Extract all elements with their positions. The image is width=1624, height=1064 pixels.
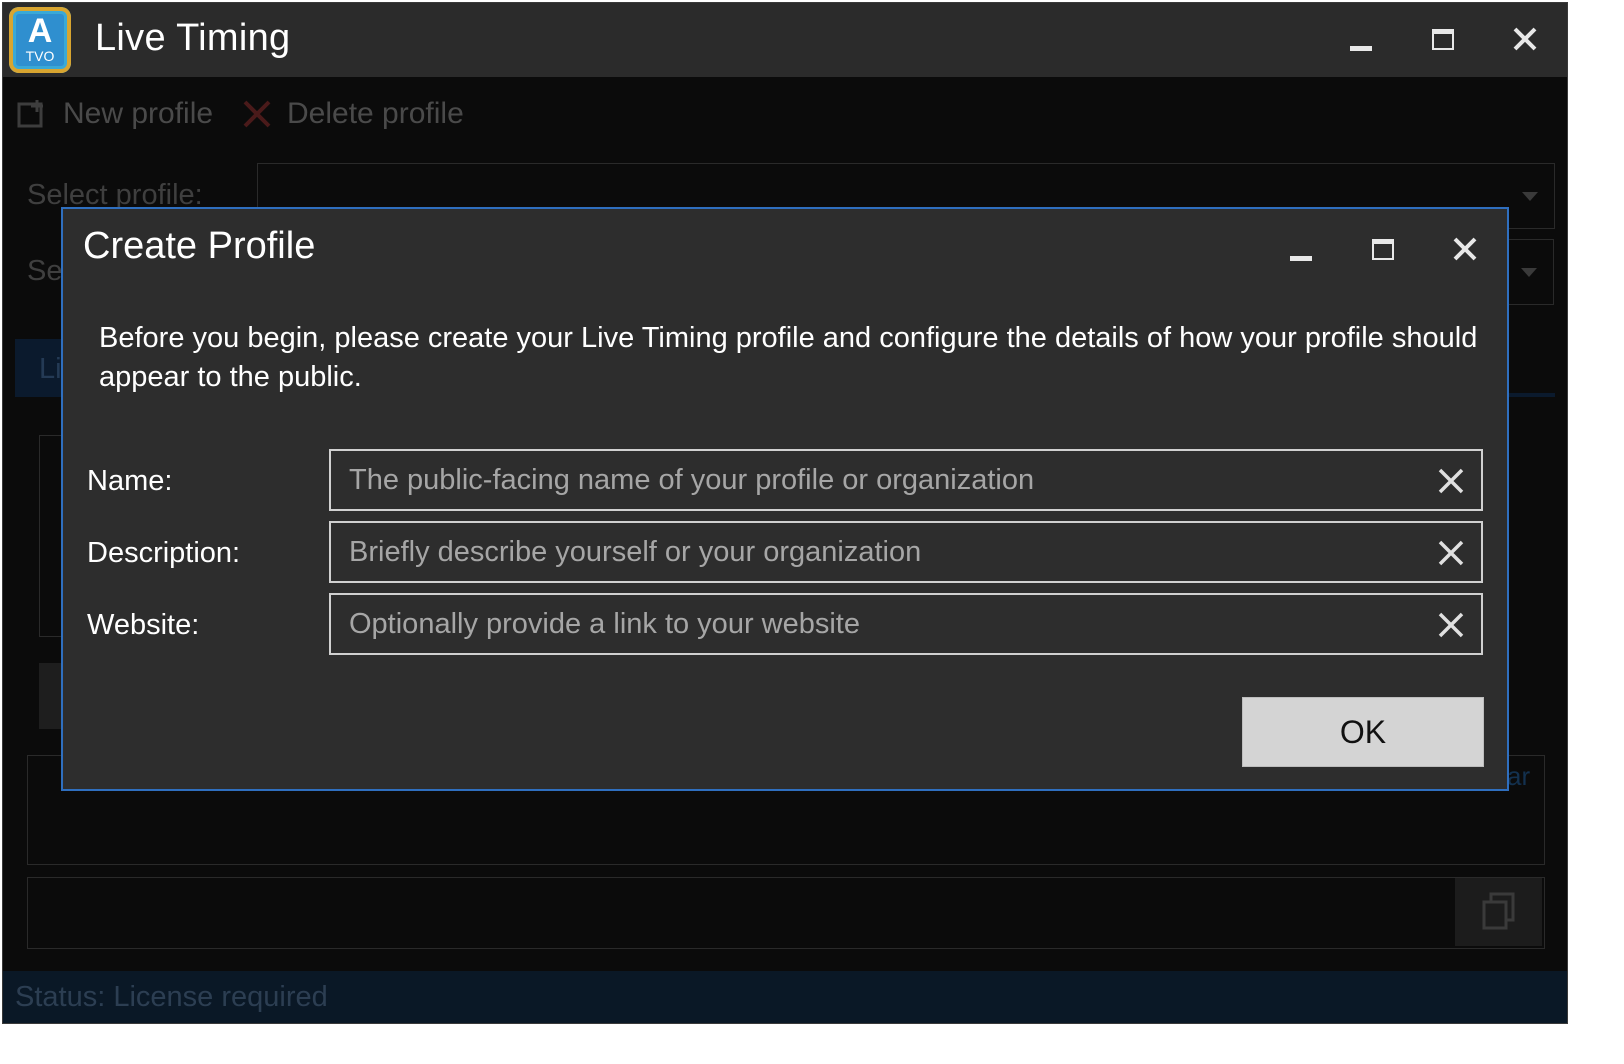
app-logo-subtext: TVO [25,48,55,64]
website-label: Website: [87,609,200,641]
name-field [329,449,1483,511]
website-field [329,593,1483,655]
dialog-close-button[interactable] [1445,229,1485,269]
copy-icon [1482,892,1514,930]
dialog-intro-text: Before you begin, please create your Liv… [99,322,1478,393]
status-bar: Status: License required [3,971,1567,1023]
delete-x-icon [243,100,271,128]
url-output-box [27,877,1545,949]
add-profile-icon [17,100,43,128]
description-clear-button[interactable] [1435,537,1467,569]
new-profile-button[interactable]: New profile [17,97,213,131]
minimize-icon [1290,255,1312,261]
description-label: Description: [87,537,241,569]
website-input[interactable] [331,595,1411,653]
window-title: Live Timing [95,17,291,59]
title-bar: A TVO Live Timing [3,3,1567,77]
close-button[interactable] [1505,19,1545,59]
status-text: Status: License required [15,981,328,1013]
create-profile-dialog: Create Profile Before you begin, please … [61,207,1509,791]
dialog-title: Create Profile [83,225,316,267]
clear-x-icon [1438,612,1464,638]
maximize-icon [1372,238,1394,260]
app-logo-icon: A TVO [9,7,71,73]
toolbar: New profile Delete profile [3,89,1567,139]
description-field [329,521,1483,583]
delete-profile-label: Delete profile [287,97,464,130]
chevron-down-icon [1522,192,1538,201]
app-logo-letter: A [27,12,53,50]
dialog-maximize-button[interactable] [1363,229,1403,269]
name-input[interactable] [331,451,1411,509]
minimize-button[interactable] [1341,19,1381,59]
website-clear-button[interactable] [1435,609,1467,641]
second-select-label: Se [27,255,63,287]
close-icon [1453,237,1477,261]
maximize-button[interactable] [1423,19,1463,59]
description-input[interactable] [331,523,1411,581]
copy-button[interactable] [1455,878,1542,946]
dialog-minimize-button[interactable] [1281,229,1321,269]
new-profile-label: New profile [63,97,214,130]
chevron-down-icon [1521,268,1537,277]
delete-profile-button[interactable]: Delete profile [241,97,464,131]
name-clear-button[interactable] [1435,465,1467,497]
ok-button[interactable]: OK [1242,697,1484,767]
clear-x-icon [1438,540,1464,566]
second-select-dropdown[interactable] [1503,239,1554,305]
tab-live-label: Li [39,353,62,385]
minimize-icon [1350,45,1372,51]
name-label: Name: [87,465,173,497]
clear-x-icon [1438,468,1464,494]
close-icon [1513,27,1537,51]
maximize-icon [1432,28,1454,50]
